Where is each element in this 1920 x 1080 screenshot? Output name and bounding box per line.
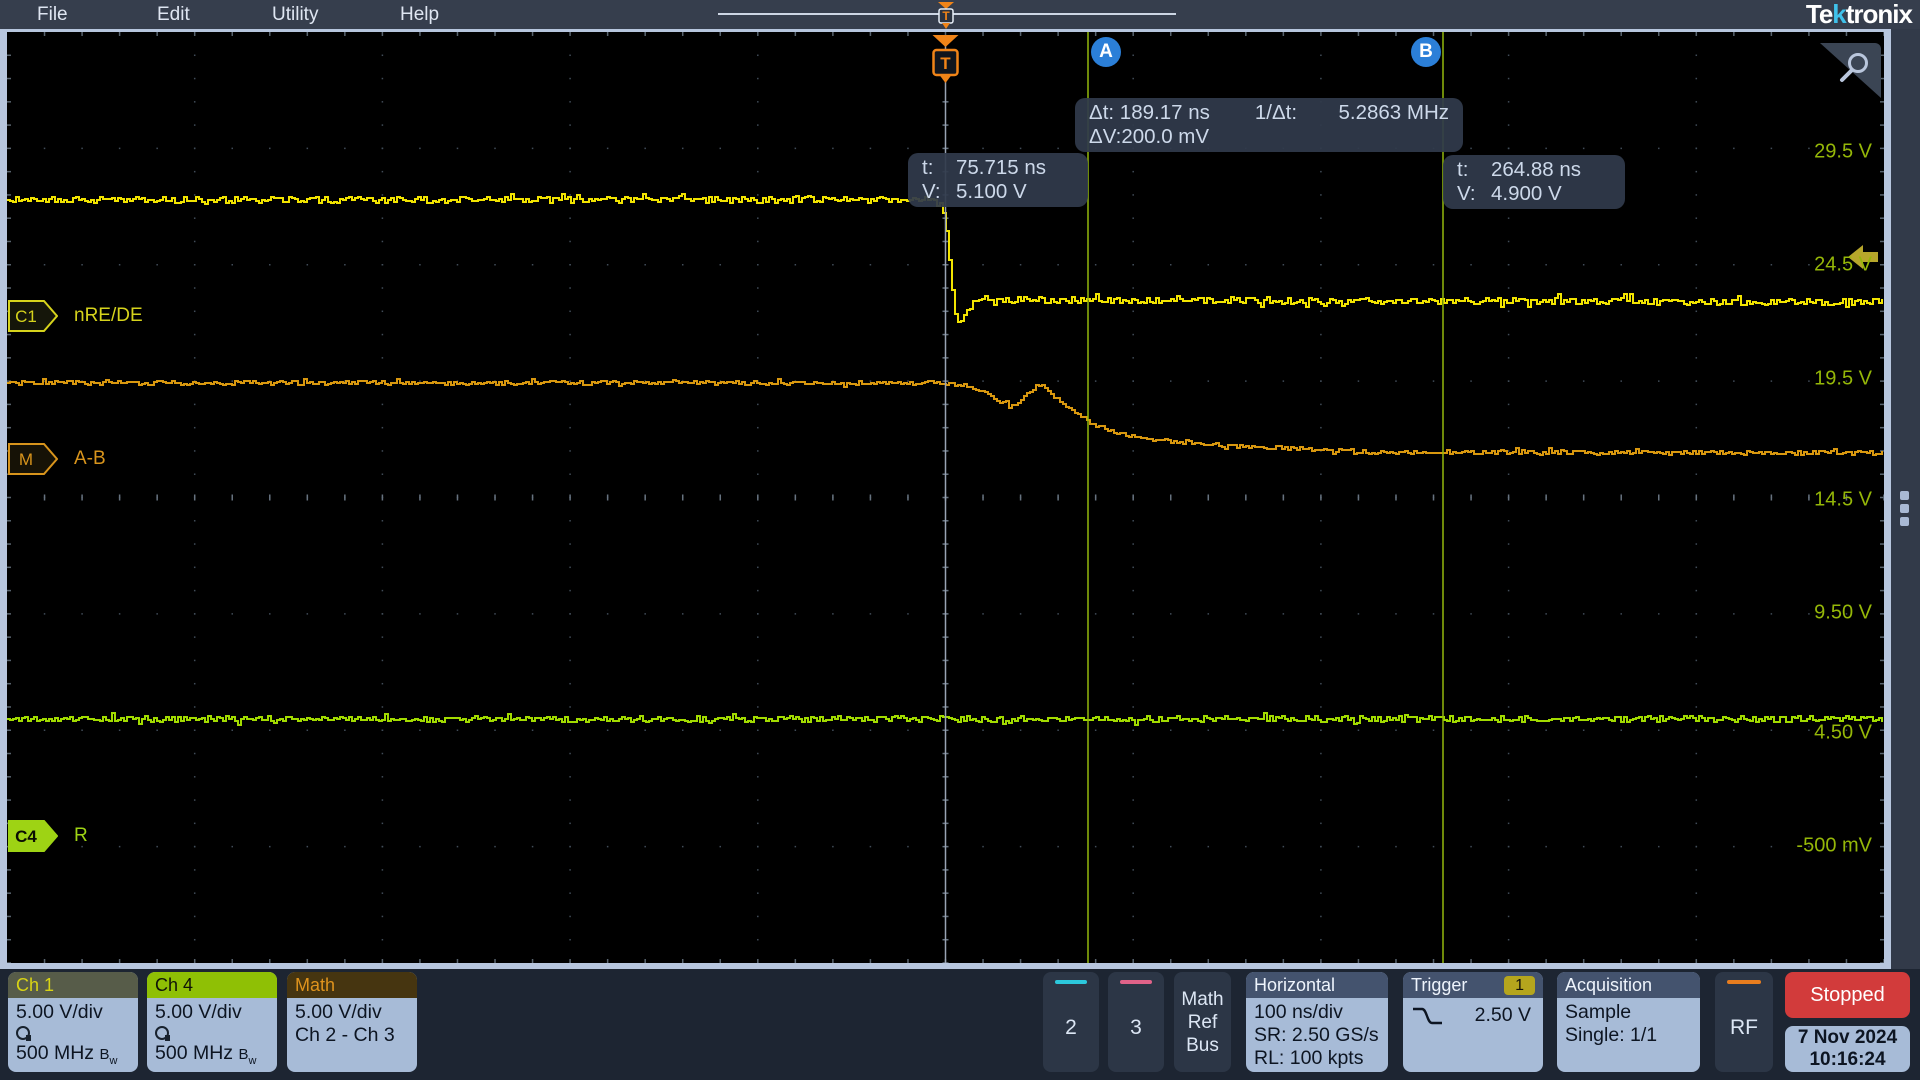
cursor-b-readout: t: 264.88 ns V: 4.900 V [1443, 155, 1625, 209]
trace-ch-4-r- [7, 712, 1883, 726]
svg-text:C4: C4 [15, 827, 37, 846]
right-sidebar [1891, 29, 1920, 969]
oscilloscope-screen: File Edit Utility Help T Tektronix T 29.… [0, 0, 1920, 1080]
ch1-waveform-label: nRE/DE [74, 305, 143, 326]
acquisition-status-badge[interactable]: Stopped [1785, 972, 1910, 1018]
menu-utility[interactable]: Utility [272, 0, 318, 29]
svg-text:T: T [940, 54, 951, 73]
trace-math-a-b- [7, 378, 1883, 456]
settings-bar: Ch 1 5.00 V/div 500 MHz Bw Ch 4 5.00 V/d… [0, 969, 1920, 1080]
trace-ch-1-nre-de- [7, 193, 1883, 323]
acquisition-title: Acquisition [1557, 972, 1700, 998]
horizontal-title: Horizontal [1246, 972, 1388, 998]
channel-badge-ch4[interactable]: C4 R [8, 820, 88, 852]
math-title: Math [287, 972, 417, 998]
cursor-b-badge[interactable]: B [1411, 37, 1441, 67]
acquisition-settings-badge[interactable]: Acquisition Sample Single: 1/1 [1557, 972, 1700, 1072]
tektronix-logo: Tektronix [1805, 0, 1913, 29]
ch3-add-button[interactable]: 3 [1108, 972, 1164, 1072]
trigger-flag-icon[interactable]: T [932, 35, 959, 83]
math-settings-badge[interactable]: Math 5.00 V/div Ch 2 - Ch 3 [287, 972, 417, 1072]
probe-icon [16, 1026, 31, 1041]
channel-badge-math[interactable]: M A-B [8, 443, 106, 475]
ch4-title: Ch 4 [147, 972, 277, 998]
trigger-level: 2.50 V [1474, 1004, 1531, 1026]
trigger-source-badge: 1 [1504, 976, 1535, 995]
waveform-display[interactable]: T 29.5 V 24.5 V 19.5 V 14.5 V 9.50 V 4.50 V -5… [7, 32, 1884, 963]
menu-edit[interactable]: Edit [157, 0, 190, 29]
time: 10:16:24 [1809, 1049, 1886, 1070]
cursor-delta-readout: Δt: 189.17 ns 1/Δt: 5.2863 MHz ΔV:200.0 mV [1075, 98, 1463, 152]
trigger-position-indicator-icon[interactable]: T [930, 0, 962, 30]
results-drawer-handle[interactable] [1900, 491, 1909, 526]
scale-label: 9.50 V [1814, 601, 1872, 624]
scale-label: 24.5 V [1814, 253, 1872, 276]
horizontal-settings-badge[interactable]: Horizontal 100 ns/div SR: 2.50 GS/s RL: … [1246, 972, 1388, 1072]
math-waveform-label: A-B [74, 448, 106, 469]
math-ref-bus-button[interactable]: Math Ref Bus [1174, 972, 1231, 1072]
svg-text:M: M [19, 450, 33, 469]
sample-rate: SR: 2.50 GS/s [1254, 1024, 1379, 1046]
math-scale: 5.00 V/div [295, 1001, 382, 1023]
ch1-scale: 5.00 V/div [16, 1001, 103, 1023]
menu-help[interactable]: Help [400, 0, 439, 29]
waveform-frame: T 29.5 V 24.5 V 19.5 V 14.5 V 9.50 V 4.50 V -5… [0, 29, 1891, 969]
ch2-add-button[interactable]: 2 [1043, 972, 1099, 1072]
math-source: Ch 2 - Ch 3 [295, 1024, 395, 1046]
svg-text:C1: C1 [15, 307, 37, 326]
cursor-a-badge[interactable]: A [1091, 37, 1121, 67]
ch1-title: Ch 1 [8, 972, 138, 998]
ch4-waveform-label: R [74, 825, 88, 846]
ch4-settings-badge[interactable]: Ch 4 5.00 V/div 500 MHz Bw [147, 972, 277, 1072]
menu-bar: File Edit Utility Help T Tektronix [0, 0, 1920, 29]
scale-label: -500 mV [1796, 834, 1872, 857]
trigger-title: Trigger [1411, 975, 1468, 995]
menu-file[interactable]: File [37, 0, 68, 29]
ch4-scale: 5.00 V/div [155, 1001, 242, 1023]
rf-button[interactable]: RF [1715, 972, 1773, 1072]
channel-badge-ch1[interactable]: C1 nRE/DE [8, 300, 143, 332]
scale-label: 29.5 V [1814, 140, 1872, 163]
ch4-bandwidth: 500 MHz Bw [155, 1042, 257, 1067]
date: 7 Nov 2024 [1797, 1027, 1898, 1048]
cursor-a-readout: t: 75.715 ns V: 5.100 V [908, 153, 1088, 207]
datetime-display: 7 Nov 2024 10:16:24 [1785, 1026, 1910, 1072]
ch1-bandwidth: 500 MHz Bw [16, 1042, 118, 1067]
scale-label: 19.5 V [1814, 367, 1872, 390]
svg-text:T: T [942, 9, 950, 23]
acquisition-mode: Sample [1565, 1001, 1632, 1023]
zoom-button[interactable] [1820, 43, 1881, 98]
ch1-settings-badge[interactable]: Ch 1 5.00 V/div 500 MHz Bw [8, 972, 138, 1072]
probe-icon [155, 1026, 170, 1041]
falling-edge-icon [1413, 1007, 1442, 1024]
record-length: RL: 100 kpts [1254, 1047, 1364, 1069]
trigger-settings-badge[interactable]: Trigger 1 2.50 V [1403, 972, 1543, 1072]
acquisition-count: Single: 1/1 [1565, 1024, 1658, 1046]
scale-label: 4.50 V [1814, 721, 1872, 744]
horizontal-scale: 100 ns/div [1254, 1001, 1343, 1023]
scale-label: 14.5 V [1814, 488, 1872, 511]
